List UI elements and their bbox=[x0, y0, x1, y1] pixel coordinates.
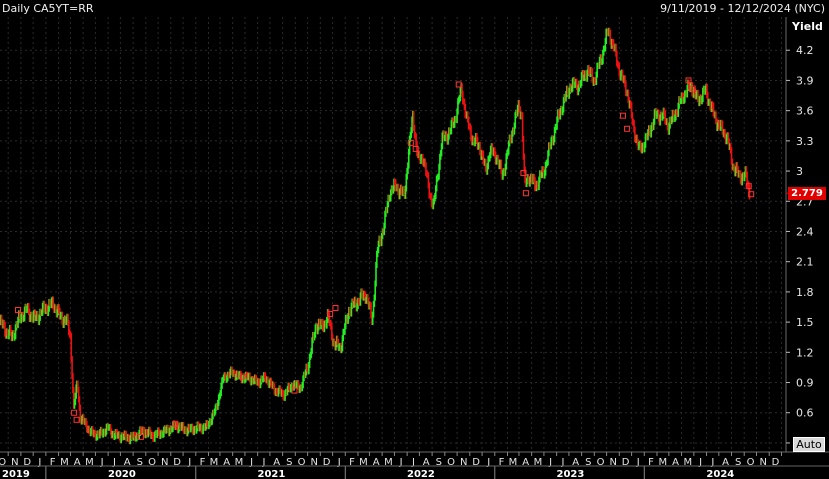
date-range: 9/11/2019 - 12/12/2024 (NYC) bbox=[660, 2, 825, 15]
y-tick-label: 2.1 bbox=[796, 256, 814, 269]
y-tick-label: 1.5 bbox=[796, 316, 814, 329]
event-marker bbox=[624, 125, 631, 132]
y-tick-label: 1.2 bbox=[796, 346, 814, 359]
y-tick-label: 0.9 bbox=[796, 377, 814, 390]
price-chart[interactable]: 0.30.60.91.21.51.82.12.42.733.33.63.94.2… bbox=[0, 0, 829, 479]
year-label: 2023 bbox=[557, 469, 585, 479]
year-label: 2020 bbox=[108, 469, 136, 479]
last-value-badge: 2.779 bbox=[788, 187, 826, 200]
y-tick-label: 2.4 bbox=[796, 225, 814, 238]
year-label: 2021 bbox=[258, 469, 286, 479]
y-tick-label: 3.9 bbox=[796, 74, 814, 87]
y-axis: 0.30.60.91.21.51.82.12.42.733.33.63.94.2 bbox=[786, 44, 814, 450]
year-label: 2024 bbox=[706, 469, 734, 479]
year-label: 2019 bbox=[2, 469, 30, 479]
y-axis-label: Yield bbox=[792, 20, 823, 33]
y-tick-label: 3.3 bbox=[796, 135, 814, 148]
event-marker bbox=[619, 112, 626, 119]
chart-title: Daily CA5YT=RR bbox=[2, 2, 94, 15]
price-bars bbox=[0, 27, 751, 445]
y-tick-label: 1.8 bbox=[796, 286, 814, 299]
chart-grid bbox=[0, 17, 829, 453]
auto-scale-button[interactable]: Auto bbox=[793, 437, 825, 452]
y-tick-label: 4.2 bbox=[796, 44, 814, 57]
year-label: 2022 bbox=[407, 469, 435, 479]
x-axis: ONDJFMAMJJASONDJFMAMJJASONDJFMAMJJASONDJ… bbox=[0, 452, 829, 479]
event-marker bbox=[522, 190, 529, 197]
y-tick-label: 3.6 bbox=[796, 105, 814, 118]
y-tick-label: 3 bbox=[796, 165, 803, 178]
event-marker bbox=[73, 416, 80, 423]
event-marker bbox=[332, 305, 339, 312]
event-markers bbox=[15, 77, 755, 440]
y-tick-label: 0.6 bbox=[796, 407, 814, 420]
